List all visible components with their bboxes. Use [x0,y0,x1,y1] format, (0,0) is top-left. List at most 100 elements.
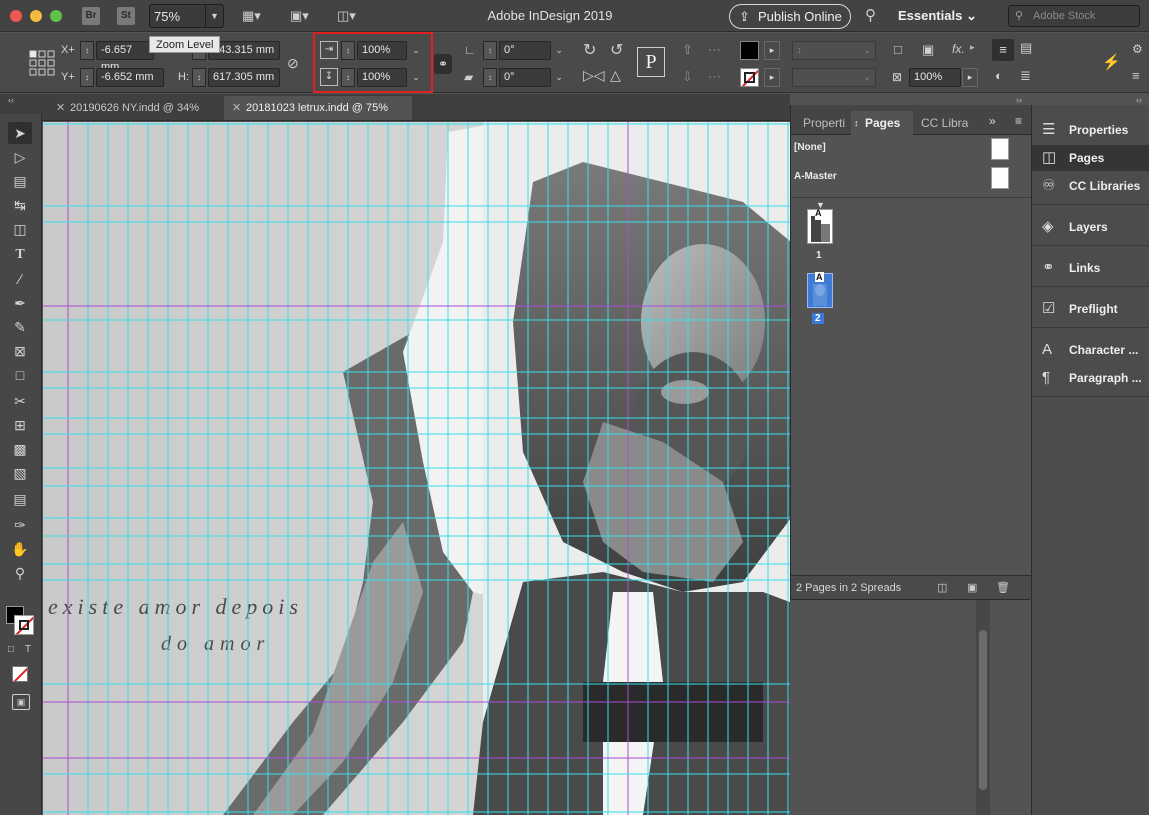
edit-page-size-icon[interactable]: ◫ [937,576,947,600]
apply-none-icon[interactable] [12,666,28,682]
zoom-level-value[interactable]: 75% [154,9,180,24]
dock-item-pages[interactable]: ◫ Pages [1032,145,1149,171]
dock-item-cc-libraries[interactable]: ♾ CC Libraries [1032,173,1149,199]
maximize-window-button[interactable] [50,10,62,22]
tab-pages[interactable]: ↕ Pages [851,111,913,135]
h-stepper[interactable]: ↕ [192,68,206,87]
tab-letrux-document[interactable]: ✕ 20181023 letrux.indd @ 75% [224,96,412,120]
trash-icon[interactable]: 🗑 [996,576,1010,600]
more-tabs-icon[interactable]: » [989,114,996,128]
adobe-stock-search[interactable]: ⚲ Adobe Stock [1008,5,1140,27]
type-tool-icon[interactable]: T [8,244,32,266]
screen-mode-icon[interactable]: ▣ [12,694,30,710]
close-window-button[interactable] [10,10,22,22]
text-wrap-none-icon[interactable]: ≡ [992,39,1014,61]
effects-dropdown[interactable]: ▸ [970,42,975,53]
page-tool-icon[interactable]: ▤ [8,170,32,192]
none-master-thumbnail[interactable] [991,138,1009,160]
flip-vertical-icon[interactable]: △ [610,67,621,84]
fill-swatch[interactable] [740,41,759,60]
flip-horizontal-icon[interactable]: ▷◁ [583,67,605,84]
link-scale-icon[interactable]: ⚭ [434,54,452,74]
page-1-thumbnail[interactable]: A [807,208,833,244]
select-content-icon[interactable]: ⇩ [682,69,693,85]
rectangle-tool-icon[interactable]: □ [8,364,32,386]
stroke-weight-field[interactable]: ↕ ⌄ [792,41,876,60]
minimize-window-button[interactable] [30,10,42,22]
p-reference-icon[interactable]: P [637,47,665,77]
new-page-icon[interactable]: ▣ [967,576,977,600]
rotate-stepper[interactable]: ↕ [483,41,497,60]
jump-object-icon[interactable]: ≣ [1020,68,1031,84]
constrain-proportions-icon[interactable]: ⊘ [287,55,299,72]
direct-selection-tool-icon[interactable]: ▷ [8,146,32,168]
a-master-label[interactable]: A-Master [794,171,837,182]
arrange-documents-icon[interactable]: ◫▾ [337,8,356,24]
pencil-tool-icon[interactable]: ✎ [8,316,32,338]
height-field[interactable]: 617.305 mm [208,68,280,87]
fill-menu-button[interactable]: ▸ [764,41,780,60]
dock-item-paragraph[interactable]: ¶ Paragraph ... [1032,365,1149,391]
view-options-icon[interactable]: ▦▾ [242,8,261,24]
select-next-icon[interactable]: ⋯ [708,69,721,85]
rectangle-frame-tool-icon[interactable]: ⊠ [8,340,32,362]
stroke-type-dropdown[interactable]: ⌄ [792,68,876,87]
rotate-counterclockwise-icon[interactable]: ↺ [610,40,623,60]
stroke-color-swatch[interactable] [14,615,34,635]
x-position-field[interactable]: -6.657 mm [96,41,154,73]
vertical-scrollbar[interactable] [976,600,990,815]
scissors-tool-icon[interactable]: ✂ [8,390,32,412]
selection-tool-icon[interactable]: ➤ [8,122,32,144]
bridge-button[interactable]: Br [82,7,100,25]
rotate-angle-field[interactable]: 0° [499,41,551,60]
publish-online-button[interactable]: ⇪ Publish Online [729,4,851,29]
gradient-swatch-tool-icon[interactable]: ▩ [8,438,32,460]
tab-ny-document[interactable]: ✕ 20190626 NY.indd @ 34% [48,96,220,120]
chevron-down-icon[interactable]: ▼ [205,5,223,27]
zoom-tool-icon[interactable]: ⚲ [8,562,32,584]
panel-menu-icon[interactable]: ≡ [1015,114,1022,128]
lightbulb-icon[interactable]: ⚲ [865,6,876,24]
stroke-swatch[interactable] [740,68,759,87]
none-master-label[interactable]: [None] [794,142,826,153]
dock-item-properties[interactable]: ☰ Properties [1032,117,1149,143]
corner-options-icon[interactable]: □ [894,42,902,57]
tab-properties[interactable]: Properti [803,111,845,135]
shear-angle-field[interactable]: 0° [499,68,551,87]
rotate-dropdown[interactable]: ⌄ [551,41,567,60]
dock-item-character[interactable]: A Character ... [1032,337,1149,363]
select-container-icon[interactable]: ⇧ [682,42,693,58]
tab-cc-libraries[interactable]: CC Libra [921,111,968,135]
formatting-text-icon[interactable]: T [25,644,31,655]
close-icon[interactable]: ✕ [232,96,241,120]
reference-point-icon[interactable] [29,50,55,76]
collapse-toolbox-icon[interactable]: ‹‹ [8,95,14,105]
workspace-switcher[interactable]: Essentials ⌄ [898,8,977,24]
quick-apply-icon[interactable]: ⚡ [1102,53,1121,71]
document-canvas[interactable]: existe amor depois do amor re [43,122,790,815]
zoom-level-field[interactable]: 75% ▼ [149,4,224,28]
wrap-shape-icon[interactable]: ◐ [995,68,1003,83]
hand-tool-icon[interactable]: ✋ [8,538,32,560]
pen-tool-icon[interactable]: ✒ [8,292,32,314]
collapse-dock-icon[interactable]: ‹‹ [1136,95,1142,105]
content-collector-icon[interactable]: ◫ [8,218,32,240]
collapse-panel-icon[interactable]: ›› [1016,95,1022,105]
gradient-feather-tool-icon[interactable]: ▧ [8,462,32,484]
stroke-menu-button[interactable]: ▸ [764,68,780,87]
formatting-container-icon[interactable]: □ [8,644,14,655]
rotate-clockwise-icon[interactable]: ↻ [583,40,596,60]
shear-stepper[interactable]: ↕ [483,68,497,87]
gap-tool-icon[interactable]: ↹ [8,194,32,216]
wrap-bounding-box-icon[interactable]: ▤ [1020,40,1032,56]
screen-mode-icon[interactable]: ▣▾ [290,8,309,24]
eyedropper-tool-icon[interactable]: ✑ [8,514,32,536]
dock-item-layers[interactable]: ◈ Layers [1032,214,1149,240]
page-2-thumbnail[interactable]: A [807,272,833,308]
note-tool-icon[interactable]: ▤ [8,488,32,510]
close-icon[interactable]: ✕ [56,96,65,120]
y-position-field[interactable]: -6.652 mm [96,68,164,87]
stock-button[interactable]: St [117,7,135,25]
opacity-menu-button[interactable]: ▸ [962,68,978,87]
free-transform-tool-icon[interactable]: ⊞ [8,414,32,436]
